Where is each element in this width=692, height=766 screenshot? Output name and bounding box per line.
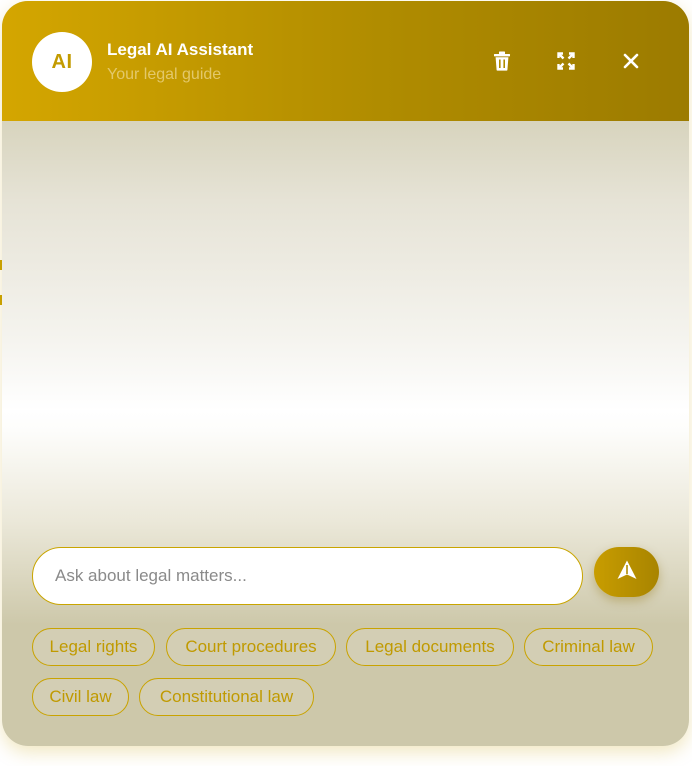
suggestion-chip[interactable]: Civil law	[32, 678, 129, 716]
assistant-title: Legal AI Assistant	[107, 40, 254, 59]
message-area[interactable]	[2, 121, 689, 526]
close-button[interactable]	[615, 45, 647, 77]
chat-window: AI Legal AI Assistant Your legal guide A…	[2, 1, 689, 746]
suggestion-chip[interactable]: Legal rights	[32, 628, 155, 666]
message-input-wrapper	[32, 547, 583, 605]
trash-icon	[493, 51, 511, 71]
send-button[interactable]	[594, 547, 659, 597]
clear-chat-button[interactable]	[486, 45, 518, 77]
message-input[interactable]	[53, 565, 562, 587]
expand-button[interactable]	[550, 45, 582, 77]
chat-header: AI Legal AI Assistant Your legal guide	[2, 1, 689, 121]
assistant-avatar: AI	[32, 32, 92, 92]
suggestion-chip[interactable]: Court procedures	[166, 628, 336, 666]
suggestion-chip[interactable]: Criminal law	[524, 628, 653, 666]
suggestion-chip[interactable]: Legal documents	[346, 628, 514, 666]
suggestion-chip[interactable]: Constitutional law	[139, 678, 314, 716]
expand-icon	[557, 52, 575, 70]
assistant-subtitle: Your legal guide	[107, 66, 222, 83]
send-icon	[616, 559, 638, 586]
close-icon	[623, 53, 639, 69]
